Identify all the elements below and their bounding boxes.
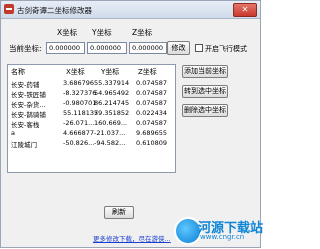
list-row[interactable]: a 4.666877 -21.037... 9.689655 — [8, 128, 175, 138]
cell-z: 0.074587 — [136, 79, 168, 87]
delete-selected-button[interactable]: 删除选中坐标 — [182, 104, 228, 117]
goto-selected-button[interactable]: 转到选中坐标 — [182, 85, 228, 98]
modify-button[interactable]: 修改 — [167, 41, 190, 55]
app-icon — [4, 4, 14, 14]
list-header: 名称 X坐标 Y坐标 Z坐标 — [8, 65, 175, 77]
column-header-x: X坐标 — [57, 28, 78, 37]
title-bar[interactable]: 古剑奇谭二坐标修改器 ✕ — [1, 1, 260, 19]
cell-y: 160.669... — [94, 119, 128, 127]
close-button[interactable]: ✕ — [233, 3, 257, 17]
fly-mode-label: 开启飞行模式 — [205, 45, 247, 53]
column-header-z: Z坐标 — [132, 28, 153, 37]
list-row[interactable]: 江陵城门 -50.826... -94.582... 0.610809 — [8, 138, 175, 149]
column-header-y: Y坐标 — [92, 28, 112, 37]
cell-z: 0.022434 — [136, 109, 168, 117]
cell-z: 0.074587 — [136, 99, 168, 107]
window-title: 古剑奇谭二坐标修改器 — [17, 6, 92, 15]
cell-name: 江陵城门 — [11, 141, 37, 149]
list-row[interactable]: 长安-杂货... -0.980701 86.214745 0.074587 — [8, 98, 175, 109]
download-more-link[interactable]: 更多修改下载，尽在游侠... — [93, 233, 171, 243]
app-window: 古剑奇谭二坐标修改器 ✕ X坐标 Y坐标 Z坐标 当前坐标: 0.000000 … — [0, 0, 261, 248]
watermark-url: www.cngr.cn — [200, 233, 245, 241]
cell-z: 0.074587 — [136, 89, 168, 97]
add-current-button[interactable]: 添加当前坐标 — [182, 65, 228, 78]
current-y-field[interactable]: 0.000000 — [87, 42, 127, 54]
list-row[interactable]: 长安-客栈 -26.071... 160.669... 0.074587 — [8, 118, 175, 129]
cell-z: 9.689655 — [136, 129, 168, 137]
current-x-field[interactable]: 0.000000 — [46, 42, 85, 54]
cell-z: 0.074587 — [136, 119, 168, 127]
cell-y: -94.582... — [94, 139, 126, 147]
refresh-button[interactable]: 刷新 — [104, 206, 134, 219]
list-row[interactable]: 长安-鹊骑铺 55.118137 59.351852 0.022434 — [8, 108, 175, 119]
list-header-name: 名称 — [11, 68, 25, 76]
list-row[interactable]: 长安-铁匠铺 -8.327376 54.965492 0.074587 — [8, 88, 175, 99]
cell-y: 54.965492 — [94, 89, 130, 97]
list-header-z: Z坐标 — [138, 68, 157, 76]
cell-y: 86.214745 — [94, 99, 130, 107]
list-row[interactable]: 长安-药铺 3.686796 55.337914 0.074587 — [8, 78, 175, 89]
cell-name: a — [11, 129, 15, 137]
cell-y: 59.351852 — [94, 109, 130, 117]
current-z-field[interactable]: 0.000000 — [129, 42, 167, 54]
coordinate-list[interactable]: 名称 X坐标 Y坐标 Z坐标 长安-药铺 3.686796 55.337914 … — [7, 64, 176, 173]
current-coord-label: 当前坐标: — [9, 44, 42, 53]
cell-z: 0.610809 — [136, 139, 168, 147]
cell-y: -21.037... — [94, 129, 126, 137]
cell-y: 55.337914 — [94, 79, 130, 87]
fly-mode-checkbox[interactable] — [195, 44, 203, 52]
